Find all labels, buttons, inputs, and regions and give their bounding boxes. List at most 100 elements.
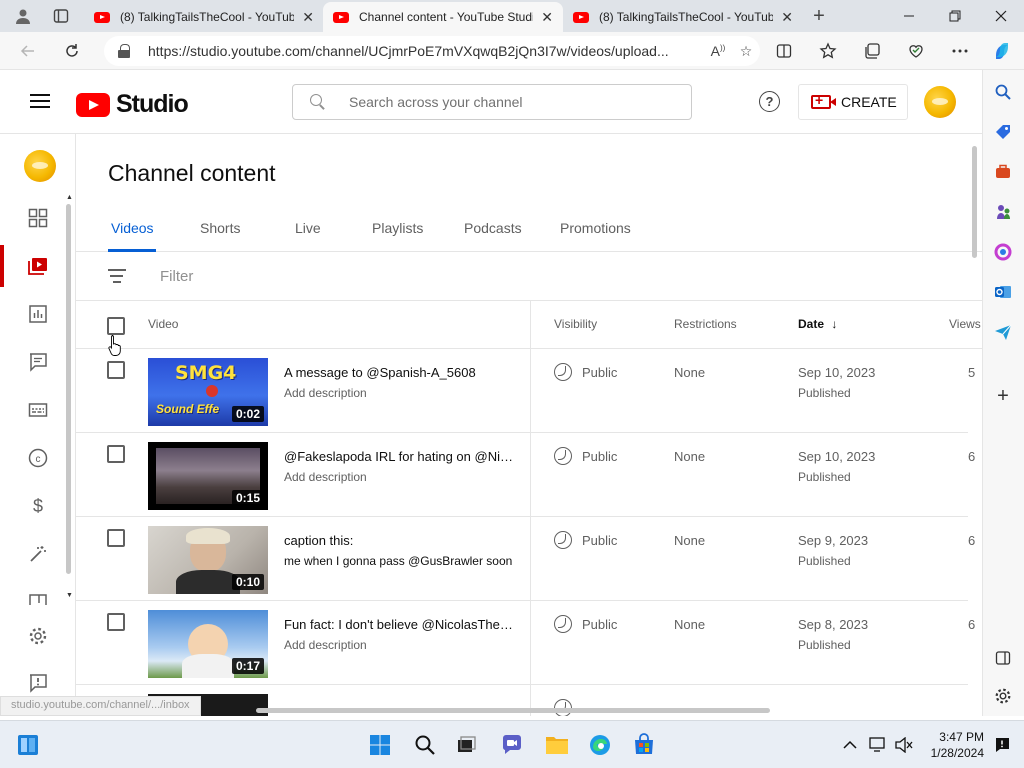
table-row[interactable]: 0:15 @Fakeslapoda IRL for hating on @Nin… [76, 433, 975, 517]
display-icon[interactable] [866, 733, 890, 757]
help-icon[interactable]: ? [759, 91, 780, 112]
minimize-icon[interactable] [886, 0, 932, 32]
restore-icon[interactable] [932, 0, 978, 32]
taskbar-search-icon[interactable] [413, 733, 437, 757]
channel-avatar[interactable] [24, 150, 56, 182]
studio-logo[interactable]: Studio [76, 90, 189, 119]
taskbar-clock[interactable]: 3:47 PM 1/28/2024 [920, 729, 984, 761]
edge-browser-icon[interactable] [588, 733, 612, 757]
microsoft-store-icon[interactable] [632, 733, 656, 757]
browser-tab-3[interactable]: (8) TalkingTailsTheCool - YouTube ✕ [563, 2, 803, 32]
browser-essentials-icon[interactable] [904, 40, 928, 62]
tab-podcasts[interactable]: Podcasts [464, 220, 522, 236]
close-tab-icon[interactable]: ✕ [541, 9, 553, 26]
file-explorer-icon[interactable] [545, 733, 569, 757]
nav-settings[interactable] [0, 613, 76, 659]
nav-comments[interactable] [0, 339, 76, 385]
hide-sidebar-icon[interactable] [993, 648, 1013, 668]
send-telegram-icon[interactable] [993, 322, 1013, 342]
nav-dashboard[interactable] [0, 195, 76, 241]
refresh-icon[interactable] [60, 40, 84, 62]
copilot-icon[interactable] [990, 40, 1014, 62]
teams-chat-icon[interactable] [500, 733, 524, 757]
filter-icon[interactable] [108, 269, 126, 283]
task-view-icon[interactable] [454, 733, 478, 757]
video-title[interactable]: Fun fact: I don't believe @NicolasTheC..… [284, 617, 516, 632]
menu-hamburger-icon[interactable] [30, 94, 50, 108]
row-checkbox[interactable] [107, 445, 125, 463]
close-tab-icon[interactable]: ✕ [781, 9, 793, 26]
nav-subtitles[interactable] [0, 387, 76, 433]
outlook-icon[interactable] [993, 282, 1013, 302]
col-restrictions[interactable]: Restrictions [674, 317, 737, 331]
filter-input[interactable]: Filter [160, 268, 193, 285]
shopping-tag-icon[interactable] [993, 122, 1013, 142]
games-chess-icon[interactable] [993, 202, 1013, 222]
favorites-icon[interactable] [816, 40, 840, 62]
account-avatar[interactable] [924, 86, 956, 118]
row-checkbox[interactable] [107, 613, 125, 631]
tab-live[interactable]: Live [295, 220, 321, 236]
table-row[interactable]: SMG4 Sound Effe 0:02 A message to @Spani… [76, 349, 975, 433]
search-input[interactable] [349, 94, 669, 110]
nav-analytics[interactable] [0, 291, 76, 337]
col-visibility[interactable]: Visibility [554, 317, 597, 331]
video-title[interactable]: caption this: [284, 533, 516, 548]
browser-tab-2[interactable]: Channel content - YouTube Studio ✕ [323, 2, 563, 32]
search-icon[interactable] [993, 82, 1013, 102]
start-windows-icon[interactable] [368, 733, 392, 757]
widgets-icon[interactable] [16, 733, 40, 757]
microsoft-365-icon[interactable] [993, 242, 1013, 262]
tray-chevron-up-icon[interactable] [838, 733, 862, 757]
visibility-value[interactable]: Public [582, 533, 617, 548]
col-views[interactable]: Views [949, 317, 981, 331]
tab-videos[interactable]: Videos [111, 220, 154, 236]
tab-playlists[interactable]: Playlists [372, 220, 423, 236]
tools-briefcase-icon[interactable] [993, 162, 1013, 182]
nav-earn[interactable]: $ [0, 483, 76, 529]
nav-copyright[interactable]: c [0, 435, 76, 481]
visibility-value[interactable]: Public [582, 449, 617, 464]
video-description[interactable]: Add description [284, 470, 524, 484]
nav-audio-library[interactable] [0, 579, 76, 605]
add-sidebar-app-icon[interactable]: + [993, 385, 1013, 407]
browser-tab-1[interactable]: (8) TalkingTailsTheCool - YouTube ✕ [84, 2, 324, 32]
video-thumbnail[interactable]: 0:15 [148, 442, 268, 510]
video-title[interactable]: A message to @Spanish-A_5608 [284, 365, 516, 380]
collections-icon[interactable] [860, 40, 884, 62]
nav-content[interactable] [0, 243, 76, 289]
new-tab-button[interactable]: + [808, 5, 830, 27]
video-thumbnail[interactable]: 0:17 [148, 610, 268, 678]
channel-search[interactable] [292, 84, 692, 120]
tab-promotions[interactable]: Promotions [560, 220, 631, 236]
row-checkbox[interactable] [107, 361, 125, 379]
table-horizontal-scrollbar[interactable] [256, 708, 770, 713]
row-checkbox[interactable] [107, 529, 125, 547]
select-all-checkbox[interactable] [107, 317, 125, 335]
filter-bar[interactable]: Filter [76, 253, 982, 301]
url-field[interactable]: https://studio.youtube.com/channel/UCjmr… [104, 36, 760, 66]
nav-customization[interactable] [0, 531, 76, 577]
table-row[interactable]: 0:10 caption this: me when I gonna pass … [76, 517, 975, 601]
tab-shorts[interactable]: Shorts [200, 220, 240, 236]
nav-scroll-up-icon[interactable]: ▲ [66, 194, 73, 201]
video-description[interactable]: Add description [284, 386, 524, 400]
notification-icon[interactable] [990, 733, 1014, 757]
video-description[interactable]: me when I gonna pass @GusBrawler soon [284, 554, 524, 568]
favorite-star-icon[interactable]: ☆ [732, 43, 760, 60]
col-date[interactable]: Date ↓ [798, 317, 837, 331]
lock-icon[interactable] [118, 44, 130, 58]
profile-icon[interactable] [12, 5, 34, 27]
nav-scrollbar[interactable] [66, 204, 71, 574]
speaker-muted-icon[interactable] [892, 733, 916, 757]
create-button[interactable]: CREATE [798, 84, 908, 120]
video-thumbnail[interactable]: SMG4 Sound Effe 0:02 [148, 358, 268, 426]
visibility-value[interactable]: Public [582, 365, 617, 380]
main-vertical-scrollbar[interactable] [972, 146, 977, 258]
table-row[interactable]: 0:17 Fun fact: I don't believe @NicolasT… [76, 601, 975, 685]
back-arrow-icon[interactable] [16, 40, 40, 62]
nav-scroll-down-icon[interactable]: ▼ [66, 592, 73, 599]
visibility-value[interactable]: Public [582, 617, 617, 632]
more-options-icon[interactable] [948, 40, 972, 62]
video-title[interactable]: @Fakeslapoda IRL for hating on @Ninj... [284, 449, 516, 464]
